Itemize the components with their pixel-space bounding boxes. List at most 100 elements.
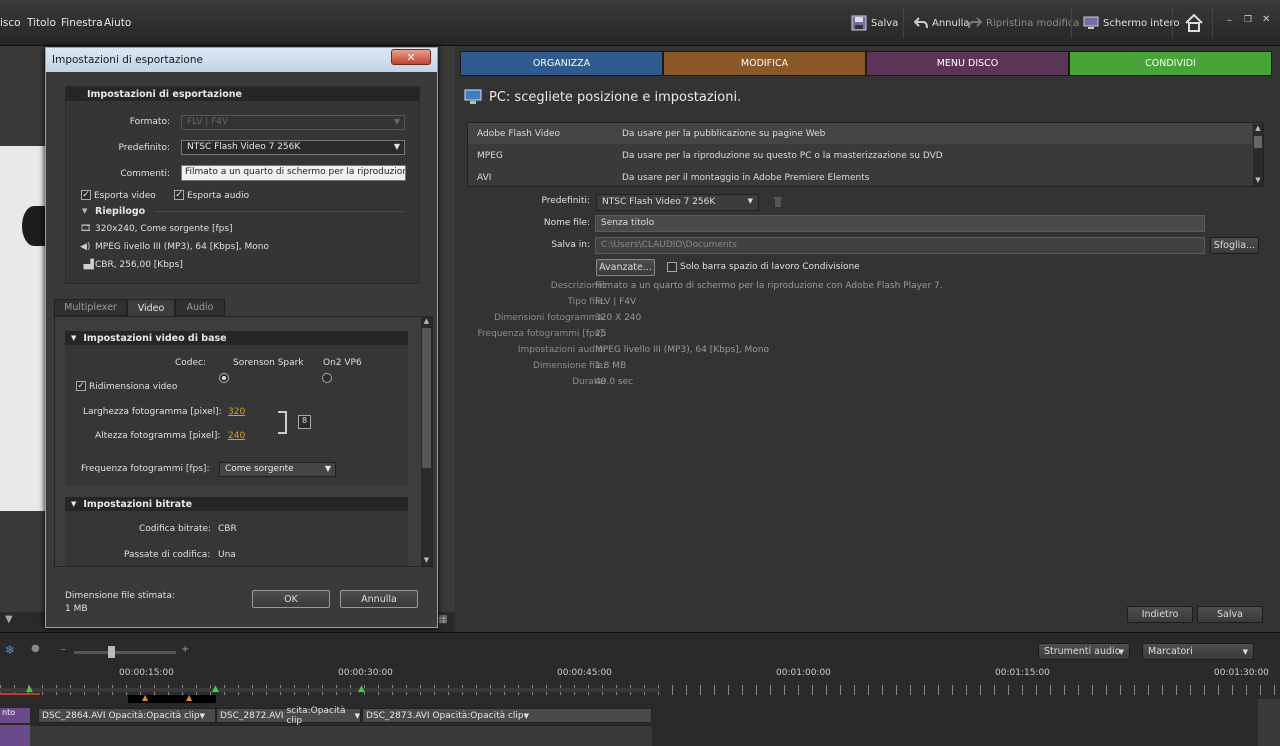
save-button[interactable]: Salva bbox=[851, 14, 898, 32]
dialog-titlebar[interactable]: Impostazioni di esportazione ✕ bbox=[46, 48, 437, 72]
comments-input[interactable]: Filmato a un quarto di schermo per la ri… bbox=[181, 165, 406, 181]
snowflake-icon[interactable]: ❄ bbox=[5, 643, 15, 657]
video-preview bbox=[0, 146, 46, 511]
trash-icon[interactable] bbox=[773, 196, 783, 208]
timecode: 00:00:30:00 bbox=[338, 668, 393, 678]
redo-label: Ripristina modifica bbox=[986, 17, 1080, 29]
timeline-clip[interactable]: DSC_2872.AVI scita:Opacità clip ▼ bbox=[216, 706, 361, 726]
track-label[interactable]: nto bbox=[0, 708, 30, 723]
chevron-down-icon: ▼ bbox=[393, 117, 400, 126]
export-audio-checkbox[interactable]: ✓ bbox=[174, 190, 184, 200]
video-track[interactable] bbox=[0, 725, 652, 746]
codec-on2-radio[interactable] bbox=[322, 373, 333, 383]
format-select[interactable]: FLV | F4V ▼ bbox=[181, 115, 405, 130]
restore-icon[interactable]: ❐ bbox=[1244, 15, 1252, 25]
marker-green-icon[interactable]: ▲ bbox=[358, 684, 365, 694]
tab-menu-disco[interactable]: MENU DISCO bbox=[866, 51, 1069, 76]
redo-button[interactable]: Ripristina modifica bbox=[968, 14, 1079, 32]
format-desc: Da usare per la riproduzione su questo P… bbox=[622, 150, 943, 161]
marker-green-icon[interactable]: ▲ bbox=[212, 684, 219, 694]
advanced-button[interactable]: Avanzate... bbox=[596, 259, 655, 276]
back-button[interactable]: Indietro bbox=[1127, 606, 1193, 623]
chain-link-icon[interactable]: 8 bbox=[298, 415, 311, 429]
export-video-checkbox[interactable]: ✓ bbox=[81, 190, 91, 200]
undo-button[interactable]: Annulla bbox=[914, 14, 970, 32]
savein-label: Salva in: bbox=[551, 240, 590, 250]
bitrate-header[interactable]: ▼ Impostazioni bitrate bbox=[65, 497, 408, 511]
dialog-close-button[interactable]: ✕ bbox=[391, 49, 431, 65]
video-basic-header[interactable]: ▼ Impostazioni video di base bbox=[65, 331, 408, 345]
ok-button[interactable]: OK bbox=[252, 590, 330, 608]
timecode: 00:00:45:00 bbox=[557, 668, 612, 678]
export-settings-dialog: Impostazioni di esportazione ✕ Impostazi… bbox=[45, 47, 438, 628]
width-value[interactable]: 320 bbox=[228, 407, 245, 417]
toolbar-separator bbox=[1212, 8, 1213, 38]
format-scrollbar[interactable]: ▲ ▼ bbox=[1253, 124, 1263, 186]
markers-label: Marcatori bbox=[1148, 646, 1193, 657]
format-list[interactable]: Adobe Flash Video Da usare per la pubblic… bbox=[467, 122, 1264, 187]
tab-organizza[interactable]: ORGANIZZA bbox=[460, 51, 663, 76]
toolbar-separator bbox=[1172, 8, 1173, 38]
undo-label: Annulla bbox=[932, 17, 970, 29]
timeline-scrollbar[interactable] bbox=[1258, 699, 1280, 746]
format-row[interactable]: Adobe Flash Video Da usare per la pubblic… bbox=[468, 123, 1252, 144]
playhead-range bbox=[0, 693, 40, 695]
estimated-size-value: 1 MB bbox=[65, 604, 88, 614]
top-bar: isco Titolo Finestra Aiuto Salva Annulla… bbox=[0, 0, 1280, 46]
workspace-only-checkbox[interactable] bbox=[667, 262, 677, 272]
height-label: Altezza fotogramma [pixel]: bbox=[95, 431, 221, 441]
zoom-slider-thumb[interactable] bbox=[108, 646, 115, 658]
app-window: isco Titolo Finestra Aiuto Salva Annulla… bbox=[0, 0, 1280, 746]
tab-multiplexer[interactable]: Multiplexer bbox=[54, 299, 127, 316]
audio-tools-label: Strumenti audio bbox=[1044, 646, 1121, 657]
menu-aiuto[interactable]: Aiuto bbox=[104, 17, 131, 29]
chevron-down-icon: ▼ bbox=[354, 711, 360, 720]
preset-select[interactable]: NTSC Flash Video 7 256K ▼ bbox=[596, 194, 759, 211]
menu-disco[interactable]: isco bbox=[0, 17, 21, 29]
tab-modifica[interactable]: MODIFICA bbox=[663, 51, 866, 76]
video-settings-scrollbar[interactable]: ▲ ▼ bbox=[421, 317, 432, 566]
cancel-button[interactable]: Annulla bbox=[340, 590, 418, 608]
format-row[interactable]: AVI Da usare per il montaggio in Adobe Pr… bbox=[468, 167, 1252, 188]
resize-video-checkbox[interactable]: ✓ bbox=[76, 381, 86, 391]
codec-sorenson-radio[interactable] bbox=[219, 373, 229, 383]
info-value: 49.0 sec bbox=[595, 377, 634, 387]
savein-input[interactable]: C:\Users\CLAUDIO\Documents bbox=[595, 237, 1205, 254]
info-label: Descrizione: bbox=[550, 281, 606, 291]
close-icon[interactable]: ✕ bbox=[1262, 14, 1270, 25]
collapse-triangle-icon[interactable]: ▼ bbox=[82, 207, 87, 215]
filename-input[interactable]: Senza titolo bbox=[595, 215, 1205, 232]
preset-select[interactable]: NTSC Flash Video 7 256K ▼ bbox=[181, 140, 405, 155]
fullscreen-button[interactable]: Schermo intero bbox=[1083, 14, 1180, 32]
zoom-in-icon[interactable]: + bbox=[181, 644, 189, 655]
grid-control-icon[interactable]: ▦ bbox=[438, 614, 447, 625]
tab-video[interactable]: Video bbox=[127, 299, 175, 316]
format-value: FLV | F4V bbox=[187, 117, 229, 127]
play-control-icon[interactable]: ▼ bbox=[5, 614, 13, 625]
timeline-clip[interactable]: DSC_2873.AVI Opacità:Opacità clip ▼ bbox=[362, 708, 652, 723]
group-title: Impostazioni di esportazione bbox=[66, 87, 419, 101]
format-row[interactable]: MPEG Da usare per la riproduzione su ques… bbox=[468, 145, 1252, 166]
summary-audio: MPEG livello III (MP3), 64 [Kbps], Mono bbox=[95, 242, 269, 252]
share-save-button[interactable]: Salva bbox=[1197, 606, 1263, 623]
tab-audio[interactable]: Audio bbox=[175, 299, 225, 316]
passes-label: Passate di codifica: bbox=[124, 550, 211, 560]
menu-finestra[interactable]: Finestra bbox=[61, 17, 103, 29]
zoom-slider[interactable] bbox=[74, 646, 176, 658]
height-value[interactable]: 240 bbox=[228, 431, 245, 441]
info-label: Tipo file: bbox=[567, 297, 606, 307]
home-button[interactable] bbox=[1184, 13, 1204, 36]
menu-titolo[interactable]: Titolo bbox=[27, 17, 56, 29]
collapse-triangle-icon: ▼ bbox=[71, 500, 77, 508]
markers-menu[interactable]: Marcatori ▼ bbox=[1142, 643, 1254, 660]
marker-tool-icon[interactable]: ● bbox=[31, 643, 40, 654]
fps-select[interactable]: Come sorgente ▼ bbox=[219, 462, 336, 477]
tab-condividi[interactable]: CONDIVIDI bbox=[1069, 51, 1272, 76]
browse-button[interactable]: Sfoglia... bbox=[1210, 237, 1259, 254]
zoom-out-icon[interactable]: – bbox=[61, 644, 66, 655]
work-area-bar[interactable] bbox=[0, 688, 660, 692]
export-video-label: Esporta video bbox=[94, 191, 156, 201]
minimize-icon[interactable]: – bbox=[1227, 15, 1232, 26]
timeline-clip[interactable]: DSC_2864.AVI Opacità:Opacità clip ▼ bbox=[38, 708, 216, 723]
audio-tools-menu[interactable]: Strumenti audio ▼ bbox=[1038, 643, 1130, 660]
